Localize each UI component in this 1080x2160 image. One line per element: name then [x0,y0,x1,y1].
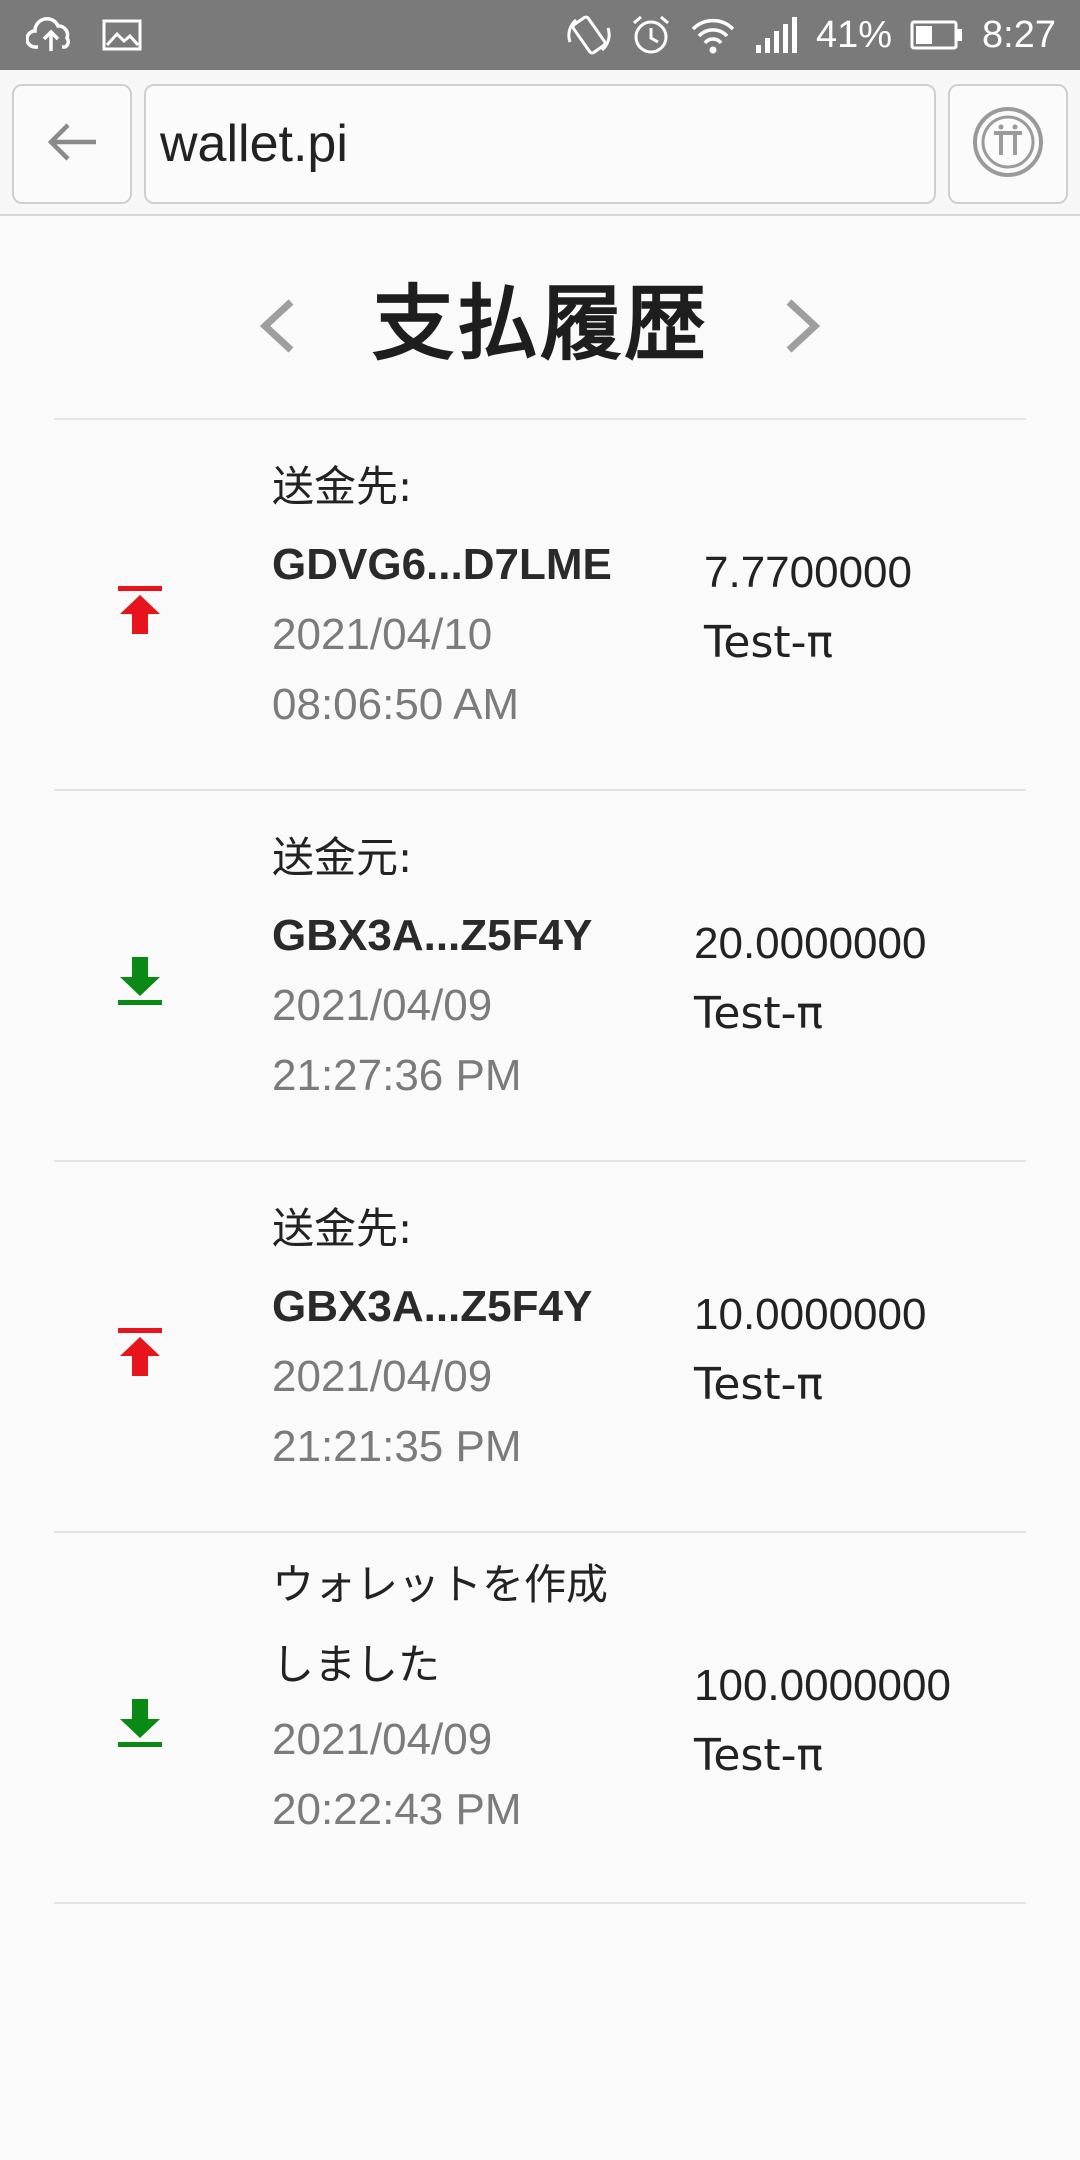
transaction-row[interactable]: 送金元: GBX3A...Z5F4Y 2021/04/09 21:27:36 P… [54,791,1026,1162]
transaction-row[interactable]: ウォレットを作成しました 2021/04/09 20:22:43 PM 100.… [54,1533,1026,1904]
browser-bar: wallet.pi [0,70,1080,216]
transaction-date: 2021/04/09 [272,1352,493,1401]
chevron-left-icon[interactable] [252,286,302,366]
back-arrow-icon [46,122,98,166]
send-up-arrow-icon [112,580,168,640]
receive-down-arrow-icon [112,1693,168,1753]
image-icon [102,19,142,51]
transaction-time: 21:27:36 PM [272,1051,522,1100]
transaction-currency: Test-π [694,1359,824,1410]
transaction-row[interactable]: 送金先: GDVG6...D7LME 2021/04/10 08:06:50 A… [54,420,1026,791]
transaction-address: GBX3A...Z5F4Y [272,1282,593,1331]
receive-down-arrow-icon [112,951,168,1011]
back-button[interactable] [12,84,132,204]
transaction-currency: Test-π [694,1730,824,1781]
transaction-date: 2021/04/09 [272,1715,493,1764]
status-bar-left [26,15,168,55]
transaction-amount: 7.7700000 [704,548,912,597]
transaction-info: 送金元: GBX3A...Z5F4Y 2021/04/09 21:27:36 P… [272,823,732,1111]
rotate-icon [566,12,612,58]
transaction-amount: 20.0000000 [694,919,927,968]
send-up-arrow-icon [112,1322,168,1382]
transaction-info: ウォレットを作成しました 2021/04/09 20:22:43 PM [272,1545,732,1845]
url-field[interactable]: wallet.pi [144,84,936,204]
transaction-row[interactable]: 送金先: GBX3A...Z5F4Y 2021/04/09 21:21:35 P… [54,1162,1026,1533]
pi-logo-icon [971,105,1045,183]
chevron-right-icon[interactable] [778,286,828,366]
status-time: 8:27 [982,14,1056,56]
cloud-upload-icon [26,15,76,55]
transaction-amount-block: 7.7700000 Test-π [704,538,1024,678]
transaction-list: 送金先: GDVG6...D7LME 2021/04/10 08:06:50 A… [54,418,1026,1904]
transaction-info: 送金先: GBX3A...Z5F4Y 2021/04/09 21:21:35 P… [272,1194,732,1482]
transaction-amount: 100.0000000 [694,1661,951,1710]
wifi-icon [690,15,736,55]
status-bar: 41% 8:27 [0,0,1080,70]
transaction-label: ウォレットを作成しました [272,1560,609,1689]
transaction-address: GBX3A...Z5F4Y [272,911,593,960]
transaction-label: 送金元: [272,833,413,882]
transaction-time: 08:06:50 AM [272,680,520,729]
transaction-address: GDVG6...D7LME [272,540,612,589]
transaction-amount-block: 10.0000000 Test-π [694,1280,1014,1420]
alarm-icon [630,13,672,57]
transaction-amount-block: 20.0000000 Test-π [694,909,1014,1049]
page-header: 支払履歴 [0,216,1080,416]
transaction-currency: Test-π [694,988,824,1039]
transaction-label: 送金先: [272,1204,413,1253]
pi-app-button[interactable] [948,84,1068,204]
battery-percent: 41% [815,14,893,56]
battery-icon [910,19,964,51]
page-title: 支払履歴 [371,276,708,372]
transaction-date: 2021/04/09 [272,981,493,1030]
transaction-info: 送金先: GDVG6...D7LME 2021/04/10 08:06:50 A… [272,452,732,740]
transaction-date: 2021/04/10 [272,610,493,659]
transaction-time: 20:22:43 PM [272,1785,522,1834]
signal-icon [754,15,798,55]
transaction-label: 送金先: [272,462,413,511]
status-bar-right: 41% 8:27 [548,12,1056,58]
transaction-time: 21:21:35 PM [272,1422,522,1471]
transaction-currency: Test-π [704,617,834,668]
transaction-amount: 10.0000000 [694,1290,927,1339]
transaction-amount-block: 100.0000000 Test-π [694,1651,1014,1791]
